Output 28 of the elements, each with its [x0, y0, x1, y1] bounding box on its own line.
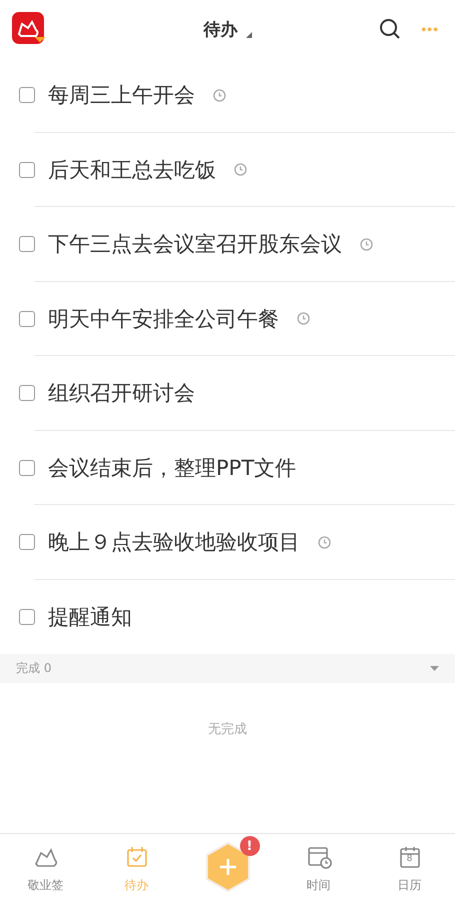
checkbox[interactable] [19, 385, 35, 402]
checkbox[interactable] [19, 460, 35, 476]
nav-tab[interactable]: 敬业签 [28, 844, 64, 894]
task-title[interactable]: 下午三点去会议室召开股东会议 [48, 230, 342, 258]
checkbox[interactable] [19, 608, 35, 625]
calendar-day: 8 [396, 854, 422, 864]
task-title[interactable]: 明天中午安排全公司午餐 [48, 304, 279, 333]
page-title[interactable]: 待办 [204, 18, 238, 40]
app-logo-icon[interactable] [12, 12, 46, 46]
dropdown-caret-icon[interactable] [246, 32, 252, 38]
checkbox[interactable] [19, 162, 35, 178]
nav-tab[interactable]: 8 日历 [396, 844, 422, 894]
search-icon[interactable] [379, 18, 402, 40]
checkbox[interactable] [19, 534, 35, 550]
task-title[interactable]: 组织召开研讨会 [48, 379, 195, 408]
task-title[interactable]: 会议结束后，整理PPT文件 [48, 454, 296, 482]
alert-badge: ! [240, 836, 260, 856]
checkbox[interactable] [19, 310, 35, 327]
nav-tab[interactable]: 时间 [306, 844, 332, 894]
checkbox[interactable] [19, 236, 35, 252]
add-button[interactable] [206, 842, 250, 892]
task-title[interactable]: 每周三上午开会 [48, 81, 195, 110]
task-title[interactable]: 提醒通知 [48, 602, 132, 631]
calendar-clock-icon [306, 844, 332, 870]
task-title[interactable]: 后天和王总去吃饭 [48, 156, 216, 184]
empty-message: 无完成 [208, 721, 247, 738]
task-title[interactable]: 晚上９点去验收地验收项目 [48, 528, 300, 556]
checkbox[interactable] [19, 87, 35, 104]
